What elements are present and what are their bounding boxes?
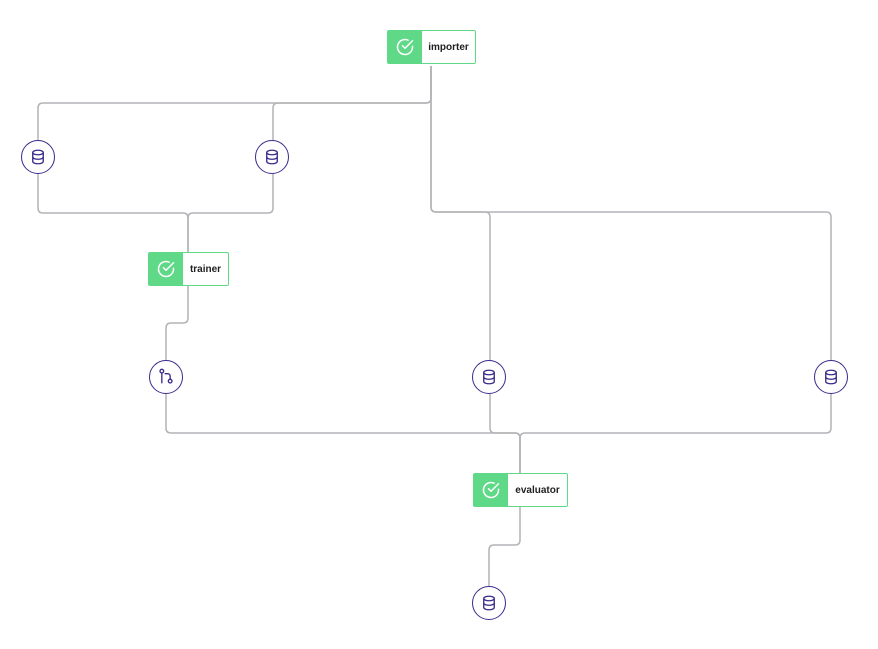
git-branch-icon (159, 368, 173, 384)
edges-layer (37, 66, 832, 586)
step-node-importer[interactable]: importer (387, 30, 476, 64)
check-circle-icon (482, 481, 500, 499)
edge-evaluator-to-evaluator-out (488, 507, 521, 586)
step-label: evaluator (515, 484, 560, 496)
artifact-node-data[interactable] (21, 140, 55, 174)
artifact-node-data[interactable] (472, 586, 506, 620)
artifact-node-data[interactable] (472, 360, 506, 394)
step-status-success (388, 31, 422, 63)
edge-importer-to-importer-out-3 (430, 66, 491, 360)
step-node-trainer[interactable]: trainer (148, 252, 229, 286)
edge-importer-to-importer-out-2 (272, 66, 432, 140)
step-status-success (149, 253, 183, 285)
step-label: importer (428, 41, 469, 53)
database-icon (32, 149, 44, 165)
artifact-node-model[interactable] (149, 360, 183, 394)
edge-importer-out-2-to-trainer (187, 174, 274, 252)
step-node-evaluator[interactable]: evaluator (473, 473, 568, 507)
edge-importer-out-3-to-evaluator (489, 394, 521, 473)
artifact-node-data[interactable] (814, 360, 848, 394)
database-icon (266, 149, 278, 165)
edge-importer-out-1-to-trainer (37, 174, 189, 252)
edge-trainer-to-trainer-out-model (165, 286, 189, 360)
edge-trainer-out-model-to-evaluator (165, 394, 521, 473)
check-circle-icon (157, 260, 175, 278)
edge-importer-to-importer-out-4 (430, 66, 832, 360)
database-icon (483, 595, 495, 611)
edge-importer-out-4-to-evaluator (519, 394, 832, 473)
database-icon (825, 369, 837, 385)
step-status-success (474, 474, 508, 506)
database-icon (483, 369, 495, 385)
artifact-node-data[interactable] (255, 140, 289, 174)
check-circle-icon (396, 38, 414, 56)
step-label: trainer (189, 263, 222, 275)
